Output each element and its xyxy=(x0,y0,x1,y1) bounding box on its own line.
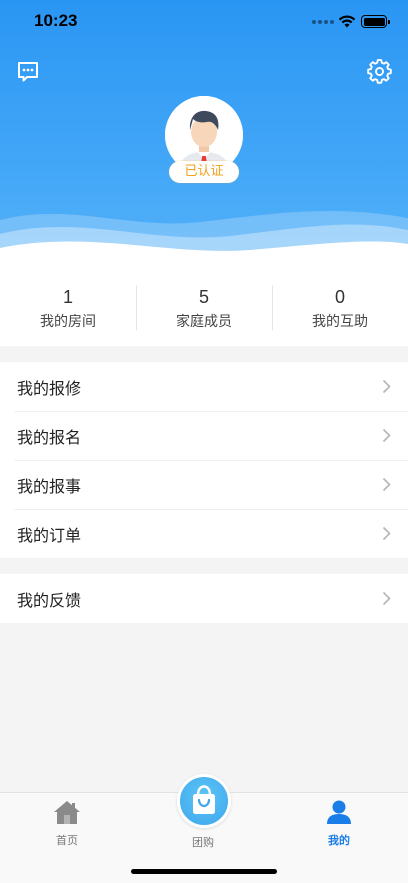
status-bar: 10:23 xyxy=(0,0,408,44)
menu-item-label: 我的反馈 xyxy=(17,590,82,610)
stat-my-rooms[interactable]: 1 我的房间 xyxy=(0,270,136,346)
chevron-right-icon xyxy=(382,379,391,394)
stat-family-members[interactable]: 5 家庭成员 xyxy=(136,270,272,346)
chevron-right-icon xyxy=(382,428,391,443)
tab-label: 首页 xyxy=(56,834,78,847)
header-wave-decoration xyxy=(0,210,408,270)
group-buy-fab[interactable] xyxy=(177,774,231,828)
chevron-right-icon xyxy=(382,591,391,606)
stat-label: 我的房间 xyxy=(40,314,96,330)
battery-icon xyxy=(361,15,390,28)
tab-group-buy[interactable]: 团购 xyxy=(163,831,243,850)
home-icon xyxy=(54,801,80,824)
menu-item-my-reports[interactable]: 我的报事 xyxy=(0,460,408,509)
chevron-right-icon xyxy=(382,477,391,492)
menu-group-services: 我的报修 我的报名 我的报事 我的订单 xyxy=(0,362,408,558)
menu-item-my-repairs[interactable]: 我的报修 xyxy=(0,362,408,411)
tab-label: 团购 xyxy=(192,836,214,849)
settings-gear-icon[interactable] xyxy=(367,59,392,84)
menu-group-feedback: 我的反馈 xyxy=(0,574,408,623)
menu-item-my-feedback[interactable]: 我的反馈 xyxy=(0,574,408,623)
menu-item-label: 我的报修 xyxy=(17,378,82,398)
stat-value: 5 xyxy=(198,287,209,307)
cellular-signal-icon xyxy=(312,20,334,24)
shopping-bag-icon xyxy=(193,785,215,814)
stats-row: 1 我的房间 5 家庭成员 0 我的互助 xyxy=(0,270,408,346)
home-indicator xyxy=(131,869,277,874)
tab-me[interactable]: 我的 xyxy=(299,799,379,848)
stat-label: 我的互助 xyxy=(312,314,368,330)
stat-my-mutual-aid[interactable]: 0 我的互助 xyxy=(272,270,408,346)
stat-value: 1 xyxy=(62,287,73,307)
menu-item-label: 我的报事 xyxy=(17,476,82,496)
stat-label: 家庭成员 xyxy=(176,314,232,330)
message-icon[interactable] xyxy=(16,60,40,84)
status-time: 10:23 xyxy=(34,11,78,30)
chevron-right-icon xyxy=(382,526,391,541)
menu-item-my-registrations[interactable]: 我的报名 xyxy=(0,411,408,460)
menu-item-label: 我的订单 xyxy=(17,525,82,545)
menu-item-my-orders[interactable]: 我的订单 xyxy=(0,509,408,558)
verified-badge: 已认证 xyxy=(169,161,239,183)
tab-home[interactable]: 首页 xyxy=(27,799,107,848)
menu-item-label: 我的报名 xyxy=(17,427,82,447)
user-icon xyxy=(327,800,351,824)
wifi-icon xyxy=(338,15,356,28)
tab-label: 我的 xyxy=(328,834,350,847)
stat-value: 0 xyxy=(334,287,345,307)
